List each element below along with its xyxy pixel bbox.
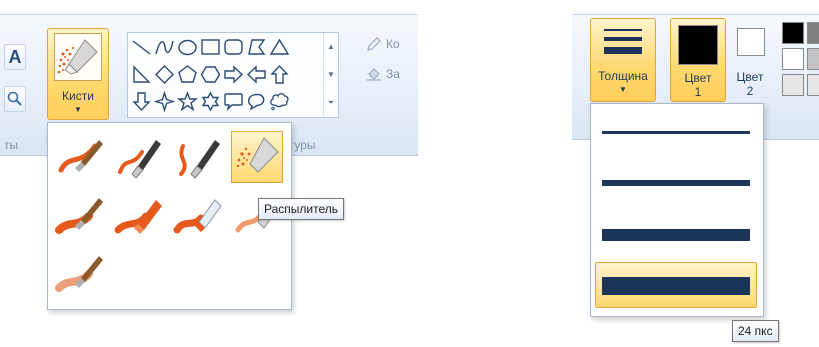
arrow-left-shape-icon[interactable] — [245, 63, 268, 86]
hexagon-shape-icon[interactable] — [199, 63, 222, 86]
magnifier-button[interactable] — [4, 86, 26, 112]
marker-icon — [173, 199, 222, 234]
oil-brush-item[interactable] — [54, 189, 106, 241]
triangle-shape-icon[interactable] — [268, 36, 291, 59]
curve-shape-icon[interactable] — [153, 36, 176, 59]
shape-fill-label: За — [386, 67, 400, 81]
watercolor-brush-icon — [55, 256, 103, 292]
watercolor-brush-item[interactable] — [54, 247, 106, 299]
brushes-label: Кисти — [62, 89, 94, 103]
color1-label-line1: Цвет — [684, 71, 712, 85]
shape-outline-label: Ко — [386, 37, 400, 51]
marker-item[interactable] — [172, 189, 224, 241]
group-label-shapes: гуры — [290, 138, 316, 152]
line-width-icon — [604, 29, 642, 54]
star-five-shape-icon[interactable] — [176, 90, 199, 113]
line-shape-icon[interactable] — [130, 36, 153, 59]
diamond-shape-icon[interactable] — [153, 63, 176, 86]
shape-fill-button[interactable]: За — [366, 66, 400, 82]
brush-icon — [58, 140, 103, 173]
oil-brush-icon — [55, 198, 103, 234]
gallery-scroll-up-icon[interactable]: ▲ — [323, 33, 338, 60]
width-button[interactable]: Толщина ▼ — [590, 18, 656, 102]
airbrush-icon — [236, 137, 279, 173]
calligraphy-brush-1-item[interactable] — [113, 131, 165, 183]
chevron-down-icon: ▼ — [619, 85, 627, 94]
color1-swatch — [678, 25, 718, 65]
crayon-item[interactable] — [113, 189, 165, 241]
group-label-tools: ты — [4, 138, 19, 152]
color2-label-line2: 2 — [746, 84, 754, 98]
palette-color-white[interactable] — [782, 48, 804, 70]
airbrush-item[interactable] — [231, 131, 283, 183]
callout-rectangle-shape-icon[interactable] — [222, 90, 245, 113]
shapes-gallery: ▲ ▼ ⏷ — [127, 32, 339, 118]
color1-label-line2: 1 — [694, 85, 702, 99]
arrow-up-shape-icon[interactable] — [268, 63, 291, 86]
pentagon-shape-icon[interactable] — [176, 63, 199, 86]
color1-button[interactable]: Цвет 1 — [670, 18, 726, 102]
polygon-shape-icon[interactable] — [245, 36, 268, 59]
width-line-3 — [602, 229, 750, 241]
fill-bucket-icon — [367, 68, 381, 81]
gallery-expand-icon[interactable]: ⏷ — [323, 89, 338, 116]
width-line-2 — [602, 180, 750, 186]
palette-color-black[interactable] — [782, 22, 804, 44]
chevron-down-icon: ▼ — [74, 105, 82, 114]
palette-color-light-gray[interactable] — [807, 48, 819, 70]
width-line-4 — [602, 277, 750, 295]
width-option-1[interactable] — [595, 108, 757, 154]
width-option-3[interactable] — [595, 210, 757, 256]
brushes-dropdown-menu — [47, 122, 292, 310]
calligraphy-brush-icon — [118, 140, 161, 179]
calligraphy-brush-icon — [179, 140, 220, 179]
palette-color-gray[interactable] — [807, 22, 819, 44]
right-triangle-shape-icon[interactable] — [130, 63, 153, 86]
palette-color-empty[interactable] — [807, 74, 819, 96]
callout-oval-shape-icon[interactable] — [245, 90, 268, 113]
width-option-2[interactable] — [595, 158, 757, 204]
width-line-1 — [602, 131, 750, 134]
pencil-outline-icon — [367, 37, 381, 51]
arrow-down-shape-icon[interactable] — [130, 90, 153, 113]
star-six-shape-icon[interactable] — [199, 90, 222, 113]
callout-cloud-shape-icon[interactable] — [268, 90, 291, 113]
arrow-right-shape-icon[interactable] — [222, 63, 245, 86]
palette-color-empty[interactable] — [782, 74, 804, 96]
rounded-rectangle-shape-icon[interactable] — [222, 36, 245, 59]
width-label: Толщина — [598, 69, 648, 83]
crayon-icon — [114, 200, 162, 234]
brushes-button[interactable]: Кисти ▼ — [47, 28, 109, 120]
text-tool-icon: A — [8, 46, 22, 67]
gallery-scroll-down-icon[interactable]: ▼ — [323, 61, 338, 88]
magnifier-icon — [7, 91, 22, 106]
star-four-shape-icon[interactable] — [153, 90, 176, 113]
oval-shape-icon[interactable] — [176, 36, 199, 59]
shape-outline-button[interactable]: Ко — [366, 36, 400, 52]
color2-button[interactable]: Цвет 2 — [728, 18, 772, 102]
width-option-4[interactable] — [595, 262, 757, 308]
width-tooltip: 24 пкс — [732, 320, 779, 342]
calligraphy-brush-2-item[interactable] — [172, 131, 224, 183]
rectangle-shape-icon[interactable] — [199, 36, 222, 59]
brush-item[interactable] — [54, 131, 106, 183]
airbrush-icon — [54, 33, 102, 81]
color2-swatch — [737, 28, 765, 56]
color2-label-line1: Цвет — [736, 70, 764, 84]
airbrush-tooltip: Распылитель — [258, 198, 344, 220]
width-dropdown-menu — [590, 103, 764, 317]
text-tool-button[interactable]: A — [4, 44, 26, 70]
